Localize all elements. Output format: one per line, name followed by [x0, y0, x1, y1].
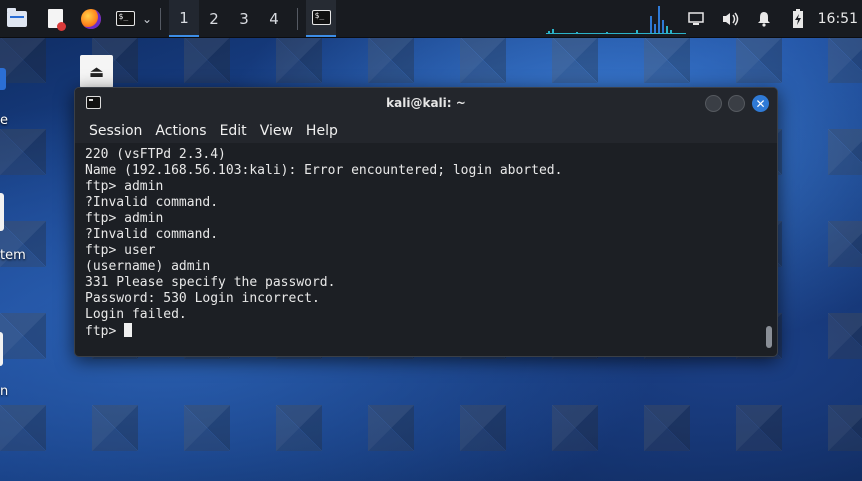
desktop-item-label: n — [0, 384, 9, 399]
menu-edit[interactable]: Edit — [220, 123, 247, 139]
system-tray: 16:51 — [674, 0, 862, 37]
terminal-icon[interactable]: $_ — [112, 6, 138, 32]
window-title: kali@kali: ~ — [386, 96, 466, 110]
terminal-console[interactable]: 220 (vsFTPd 2.3.4) Name (192.168.56.103:k… — [75, 143, 777, 344]
firefox-icon[interactable] — [78, 6, 104, 32]
terminal-icon[interactable] — [86, 96, 101, 109]
console-line: ?Invalid command. — [85, 227, 219, 242]
console-line: Name (192.168.56.103:kali): Error encoun… — [85, 163, 563, 178]
console-line: 331 Please specify the password. — [85, 275, 336, 290]
scrollbar[interactable] — [766, 326, 772, 348]
desktop-item[interactable] — [0, 332, 3, 366]
console-line: ?Invalid command. — [85, 195, 219, 210]
workspace-4[interactable]: 4 — [259, 0, 289, 37]
console-line: 220 (vsFTPd 2.3.4) — [85, 147, 226, 162]
desktop-item-label: tem — [0, 248, 26, 263]
menu-actions[interactable]: Actions — [155, 123, 206, 139]
prompt: ftp> — [85, 324, 125, 339]
console-line: ftp> user — [85, 243, 156, 258]
console-line: (username) admin — [85, 259, 211, 274]
document-icon[interactable] — [42, 6, 68, 32]
network-graph — [546, 6, 686, 34]
terminal-task-button[interactable]: $_ — [306, 0, 337, 37]
desktop-item-label: e — [0, 113, 8, 128]
taskbar-separator — [160, 7, 162, 30]
chevron-down-icon[interactable]: ⌄ — [142, 12, 152, 26]
desktop-item[interactable] — [0, 193, 4, 231]
workspace-3[interactable]: 3 — [229, 0, 259, 37]
volume-icon[interactable] — [718, 7, 742, 31]
files-icon[interactable] — [4, 6, 30, 32]
desktop-item[interactable] — [0, 68, 6, 90]
menu-bar: Session Actions Edit View Help — [75, 118, 777, 143]
eject-icon[interactable]: ⏏ — [80, 55, 113, 88]
close-icon: ✕ — [755, 96, 766, 111]
taskbar-separator — [297, 7, 299, 30]
menu-help[interactable]: Help — [306, 123, 338, 139]
console-line: ftp> admin — [85, 211, 164, 226]
taskbar: $_ ⌄ 1 2 3 4 $_ 16:51 — [0, 0, 862, 38]
workspace-1[interactable]: 1 — [169, 0, 200, 37]
console-line: ftp> admin — [85, 179, 164, 194]
terminal-window[interactable]: kali@kali: ~ ✕ Session Actions Edit View… — [74, 87, 778, 357]
clock[interactable]: 16:51 — [818, 11, 858, 27]
window-titlebar[interactable]: kali@kali: ~ ✕ — [75, 88, 777, 118]
menu-session[interactable]: Session — [89, 123, 142, 139]
minimize-button[interactable] — [705, 95, 722, 112]
workspace-2[interactable]: 2 — [199, 0, 229, 37]
network-icon[interactable] — [684, 7, 708, 31]
menu-view[interactable]: View — [260, 123, 293, 139]
console-line: Password: 530 Login incorrect. — [85, 291, 320, 306]
battery-icon[interactable] — [786, 7, 810, 31]
console-line: Login failed. — [85, 307, 187, 322]
notification-bell-icon[interactable] — [752, 7, 776, 31]
maximize-button[interactable] — [728, 95, 745, 112]
text-cursor — [124, 323, 133, 337]
terminal-task-icon: $_ — [311, 10, 331, 25]
prompt-line[interactable]: ftp> — [85, 323, 767, 340]
close-button[interactable]: ✕ — [752, 95, 769, 112]
